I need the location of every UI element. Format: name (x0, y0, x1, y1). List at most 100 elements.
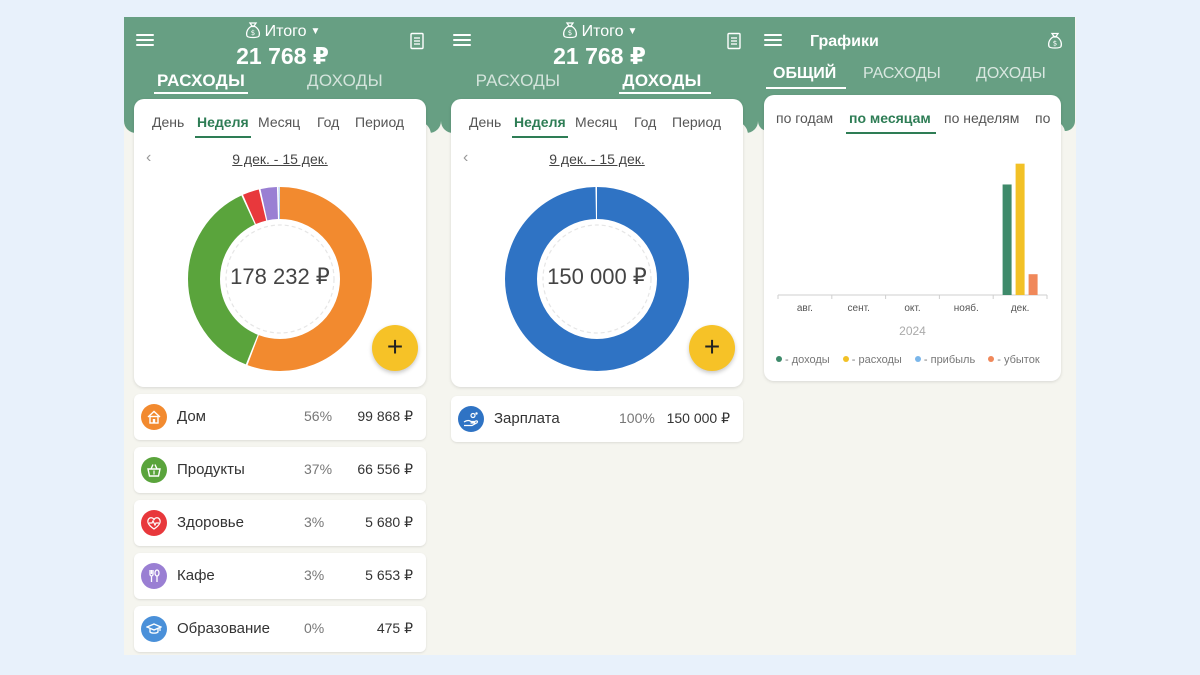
summary-card: День Неделя Месяц Год Период ‹ 9 дек. - … (451, 99, 743, 387)
svg-text:$: $ (1053, 40, 1057, 48)
donut-total: 150 000 ₽ (547, 264, 647, 289)
period-year[interactable]: Год (634, 114, 656, 130)
category-row[interactable]: Зарплата 100% 150 000 ₽ (451, 396, 743, 442)
total-title[interactable]: $ Итого ▼ (124, 22, 441, 41)
date-range[interactable]: 9 дек. - 15 дек. (451, 151, 743, 167)
category-name: Кафе (177, 567, 215, 584)
chart-tab-months[interactable]: по месяцам (849, 110, 931, 126)
donut-total: 178 232 ₽ (230, 264, 330, 289)
category-percent: 56% (304, 408, 333, 424)
expenses-screen: $ Итого ▼ 21 768 ₽ РАСХОДЫ ДОХОДЫ День Не… (124, 17, 441, 655)
receipt-icon[interactable] (409, 32, 425, 50)
legend-item: - доходы (776, 354, 830, 366)
period-day[interactable]: День (152, 114, 184, 130)
tab-expenses-underline (154, 92, 248, 94)
total-balance: 21 768 ₽ (553, 43, 646, 69)
legend-dot (914, 356, 921, 362)
legend-label: - убыток (997, 354, 1040, 366)
tab-expenses[interactable]: РАСХОДЫ (863, 65, 941, 83)
x-tick-label: авг. (797, 303, 813, 314)
category-amount: 99 868 ₽ (357, 408, 413, 424)
category-row[interactable]: Здоровье 3% 5 680 ₽ (134, 500, 426, 546)
x-axis-label: 2024 (899, 324, 926, 338)
period-month[interactable]: Месяц (575, 114, 617, 130)
category-percent: 3% (304, 567, 325, 583)
period-selector: День Неделя Месяц Год Период (451, 114, 743, 138)
x-tick-label: окт. (904, 303, 920, 314)
total-title[interactable]: $ Итого ▼ (441, 22, 758, 41)
basket-icon (141, 457, 167, 483)
total-balance: 21 768 ₽ (236, 43, 329, 69)
period-selector: День Неделя Месяц Год Период (134, 114, 426, 138)
category-percent: 100% (619, 410, 655, 426)
chart-tab-months-underline (846, 132, 936, 134)
legend-dot (988, 356, 995, 362)
tab-income[interactable]: ДОХОДЫ (290, 71, 400, 91)
x-tick-label: нояб. (954, 302, 979, 314)
category-amount: 5 653 ₽ (365, 567, 413, 583)
period-week[interactable]: Неделя (197, 114, 249, 130)
category-name: Продукты (177, 461, 245, 478)
chart-card: по годам по месяцам по неделям по авг. се… (764, 95, 1061, 381)
chart-tab-years[interactable]: по годам (776, 110, 833, 126)
period-week-underline (512, 136, 568, 138)
category-name: Здоровье (177, 514, 244, 531)
tab-income[interactable]: ДОХОДЫ (607, 71, 717, 91)
legend-dot (842, 356, 849, 362)
page-title: Графики (810, 33, 879, 50)
category-amount: 150 000 ₽ (666, 410, 730, 426)
period-month[interactable]: Месяц (258, 114, 300, 130)
category-name: Дом (177, 408, 206, 425)
add-button[interactable]: + (372, 325, 418, 371)
chart-legend: - доходы - расходы - прибыль - убыток (776, 354, 1050, 366)
money-bag-icon: $ (245, 22, 260, 39)
legend-item: - убыток (988, 354, 1040, 366)
category-name: Образование (177, 620, 270, 637)
add-button[interactable]: + (689, 325, 735, 371)
tab-general-underline (766, 87, 846, 89)
category-percent: 0% (304, 620, 325, 636)
chart-tab-weeks[interactable]: по неделям (944, 110, 1019, 126)
category-row[interactable]: Образование 0% 475 ₽ (134, 606, 426, 652)
money-bag-icon: $ (562, 22, 577, 39)
period-year[interactable]: Год (317, 114, 339, 130)
date-range[interactable]: 9 дек. - 15 дек. (134, 151, 426, 167)
tab-expenses[interactable]: РАСХОДЫ (146, 71, 256, 91)
x-tick-label: сент. (848, 303, 870, 314)
summary-card: День Неделя Месяц Год Период ‹ 9 дек. - … (134, 99, 426, 387)
x-tick-label: дек. (1011, 303, 1030, 314)
chart-tab-more[interactable]: по (1035, 110, 1050, 126)
legend-item: - расходы (842, 354, 902, 366)
category-amount: 475 ₽ (376, 620, 413, 636)
legend-label: - прибыль (923, 354, 976, 366)
tab-general[interactable]: ОБЩИЙ (773, 65, 836, 83)
income-screen: $ Итого ▼ 21 768 ₽ РАСХОДЫ ДОХОДЫ День Не… (441, 17, 758, 655)
svg-text:$: $ (250, 29, 254, 37)
receipt-icon[interactable] (726, 32, 742, 50)
menu-icon[interactable] (764, 34, 782, 48)
bar[interactable] (1015, 163, 1025, 295)
period-custom[interactable]: Период (672, 114, 721, 130)
hand-coins-icon (458, 406, 484, 432)
total-title-label: Итого (581, 23, 624, 40)
tab-income[interactable]: ДОХОДЫ (976, 65, 1046, 83)
period-custom[interactable]: Период (355, 114, 404, 130)
period-day[interactable]: День (469, 114, 501, 130)
bar-chart: авг. сент. окт. нояб. дек. 2024 (777, 163, 1048, 338)
house-icon (141, 404, 167, 430)
money-bag-icon[interactable]: $ (1047, 32, 1063, 50)
category-percent: 37% (304, 461, 333, 477)
category-amount: 5 680 ₽ (365, 514, 413, 530)
category-row[interactable]: Продукты 37% 66 556 ₽ (134, 447, 426, 493)
tab-expenses[interactable]: РАСХОДЫ (463, 71, 573, 91)
category-row[interactable]: Кафе 3% 5 653 ₽ (134, 553, 426, 599)
bar[interactable] (1002, 184, 1012, 295)
bar[interactable] (1028, 274, 1038, 295)
legend-label: - доходы (785, 354, 830, 366)
category-amount: 66 556 ₽ (357, 461, 413, 477)
legend-label: - расходы (851, 354, 902, 366)
heart-pulse-icon (141, 510, 167, 536)
period-week[interactable]: Неделя (514, 114, 566, 130)
total-title-label: Итого (264, 23, 307, 40)
category-row[interactable]: Дом 56% 99 868 ₽ (134, 394, 426, 440)
